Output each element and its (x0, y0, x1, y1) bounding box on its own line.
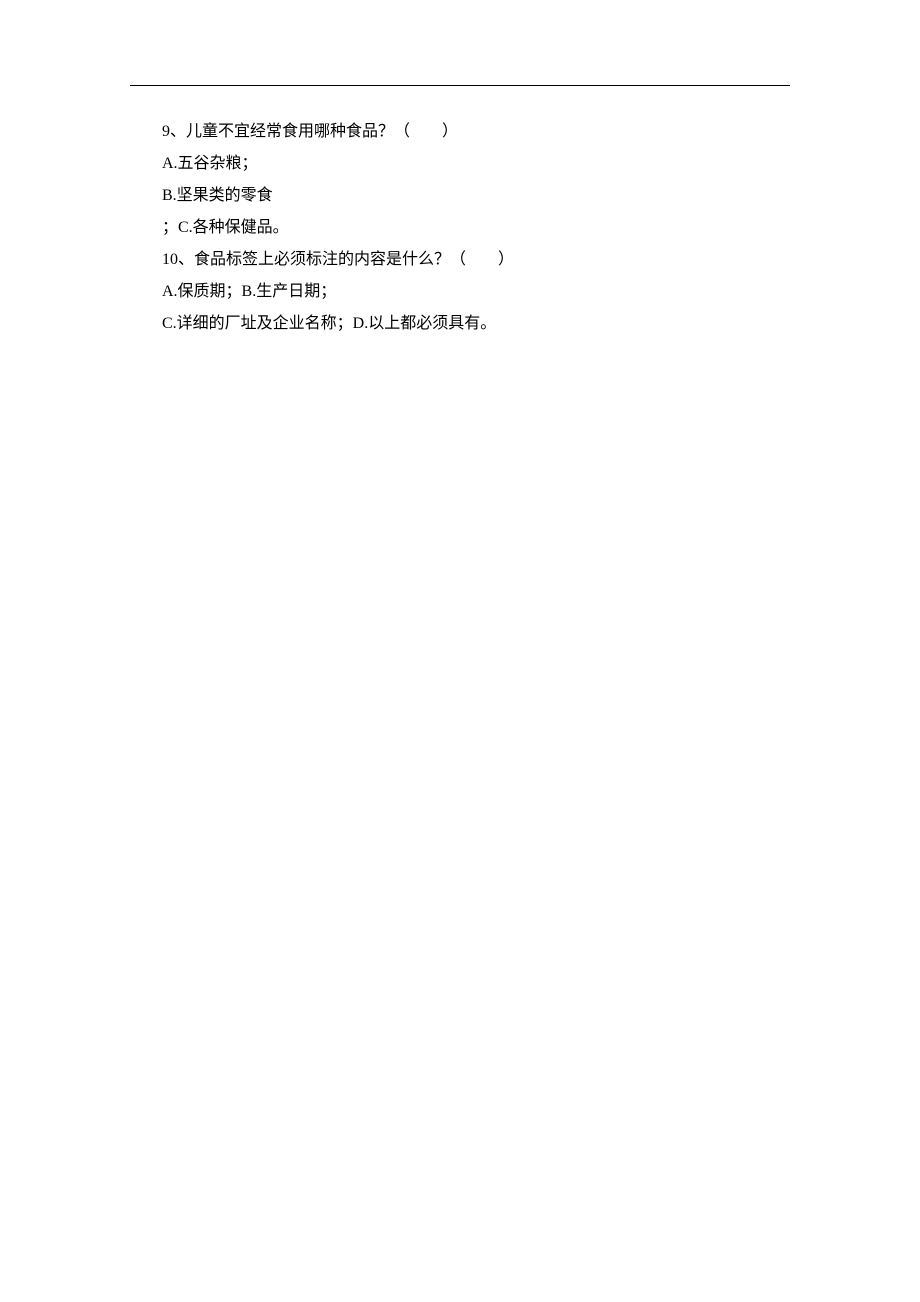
header-divider (130, 85, 790, 86)
question-text: 食品标签上必须标注的内容是什么？（ ） (194, 251, 514, 268)
page-container: 9、儿童不宜经常食用哪种食品？（ ） A.五谷杂粮； B.坚果类的零食 ；C.各… (0, 0, 920, 340)
question-10-options-line1: A.保质期；B.生产日期； (162, 276, 790, 308)
question-text: 儿童不宜经常食用哪种食品？（ ） (186, 123, 458, 140)
question-9-option-b: B.坚果类的零食 (162, 180, 790, 212)
question-number: 10、 (162, 251, 194, 268)
document-content: 9、儿童不宜经常食用哪种食品？（ ） A.五谷杂粮； B.坚果类的零食 ；C.各… (130, 116, 790, 340)
question-9-option-a: A.五谷杂粮； (162, 148, 790, 180)
question-10-options-line2: C.详细的厂址及企业名称；D.以上都必须具有。 (162, 308, 790, 340)
question-9-stem: 9、儿童不宜经常食用哪种食品？（ ） (162, 116, 790, 148)
question-9-option-c: ；C.各种保健品。 (162, 212, 790, 244)
question-10-stem: 10、食品标签上必须标注的内容是什么？（ ） (162, 244, 790, 276)
question-number: 9、 (162, 123, 186, 140)
